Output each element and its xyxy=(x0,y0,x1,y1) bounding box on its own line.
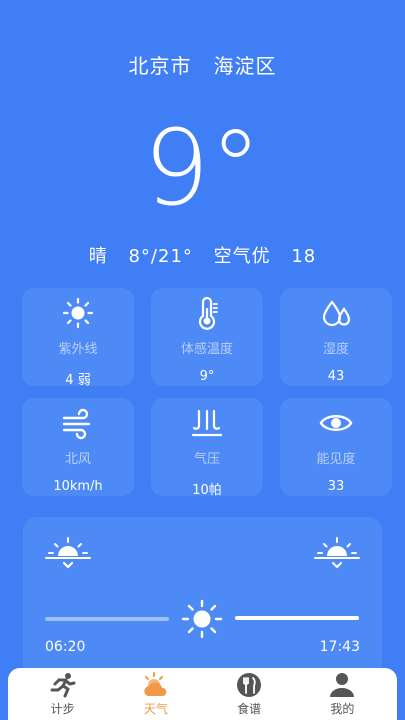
thermometer-icon xyxy=(190,296,224,330)
temp-range: 8°/21° xyxy=(128,246,193,267)
sun-icon xyxy=(61,296,95,330)
aqi-value: 18 xyxy=(291,246,317,267)
tab-weather[interactable]: 天气 xyxy=(116,672,196,717)
tile-humidity: 湿度 43 xyxy=(280,288,392,386)
sunset-time: 17:43 xyxy=(319,639,360,655)
sunrise-time: 06:20 xyxy=(45,639,86,655)
current-temperature: 9° xyxy=(143,107,262,229)
tile-value: 43 xyxy=(327,369,345,384)
tile-feels-like: 体感温度 9° xyxy=(151,288,263,386)
tab-steps[interactable]: 计步 xyxy=(23,672,103,717)
tile-value: 33 xyxy=(327,479,345,494)
tab-recipes[interactable]: 食谱 xyxy=(209,672,289,717)
air-quality-label: 空气优 xyxy=(213,246,271,267)
humidity-drops-icon xyxy=(319,296,353,330)
tile-label: 体感温度 xyxy=(180,342,233,357)
tile-uv: 紫外线 4 弱 xyxy=(22,288,134,388)
user-icon xyxy=(328,672,356,698)
city-name: 北京市 xyxy=(128,54,192,78)
sunset-icon xyxy=(314,537,360,575)
sunrise-icon xyxy=(45,537,91,575)
tab-label: 计步 xyxy=(50,702,75,716)
recipe-icon xyxy=(235,672,263,698)
tile-label: 紫外线 xyxy=(58,342,98,357)
running-icon xyxy=(49,672,77,698)
bottom-tab-bar: 计步 天气 食谱 我的 xyxy=(8,668,397,720)
tab-label: 食谱 xyxy=(237,702,262,716)
location-header: 北京市 海淀区 xyxy=(0,50,405,79)
tab-profile[interactable]: 我的 xyxy=(302,672,382,717)
tile-label: 能见度 xyxy=(316,452,356,467)
tile-value: 4 弱 xyxy=(65,373,91,388)
condition-text: 晴 xyxy=(88,246,108,267)
day-progress-remaining xyxy=(235,616,359,620)
tile-label: 北风 xyxy=(64,452,91,467)
tile-value: 10帕 xyxy=(192,483,222,498)
sunrise-sunset-card: 06:20 17:43 xyxy=(23,517,382,677)
wind-icon xyxy=(61,406,95,440)
tile-pressure: 气压 10帕 xyxy=(151,398,263,498)
tile-value: 9° xyxy=(199,369,215,384)
tile-value: 10km/h xyxy=(53,479,103,494)
tile-label: 气压 xyxy=(193,452,220,467)
current-sun-icon xyxy=(180,599,224,643)
weather-details-grid: 紫外线 4 弱 体感温度 9° 湿度 43 北风 10km/h 气压 10帕 能… xyxy=(22,288,393,498)
tab-label: 我的 xyxy=(330,702,355,716)
pressure-icon xyxy=(190,406,224,440)
tile-visibility: 能见度 33 xyxy=(280,398,392,496)
tile-wind: 北风 10km/h xyxy=(22,398,134,496)
district-name: 海淀区 xyxy=(213,54,277,78)
tile-label: 湿度 xyxy=(322,342,349,357)
day-progress-elapsed xyxy=(45,617,169,621)
weather-summary: 晴 8°/21° 空气优 18 xyxy=(0,242,405,268)
weather-icon xyxy=(142,672,170,698)
tab-label: 天气 xyxy=(143,702,168,716)
eye-icon xyxy=(319,406,353,440)
